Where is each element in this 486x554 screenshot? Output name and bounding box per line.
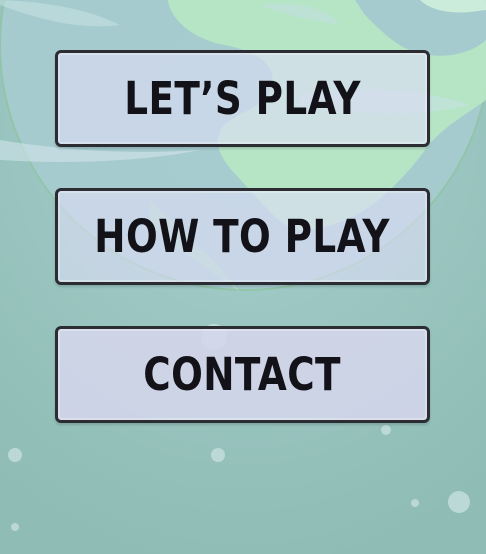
- lets-play-label: LET’S PLAY: [124, 72, 361, 125]
- how-to-play-label: HOW TO PLAY: [94, 210, 391, 263]
- contact-button[interactable]: CONTACT: [55, 326, 430, 423]
- lets-play-button[interactable]: LET’S PLAY: [55, 50, 430, 147]
- contact-label: CONTACT: [143, 348, 342, 401]
- how-to-play-button[interactable]: HOW TO PLAY: [55, 188, 430, 285]
- main-menu: LET’S PLAY HOW TO PLAY CONTACT: [55, 50, 430, 423]
